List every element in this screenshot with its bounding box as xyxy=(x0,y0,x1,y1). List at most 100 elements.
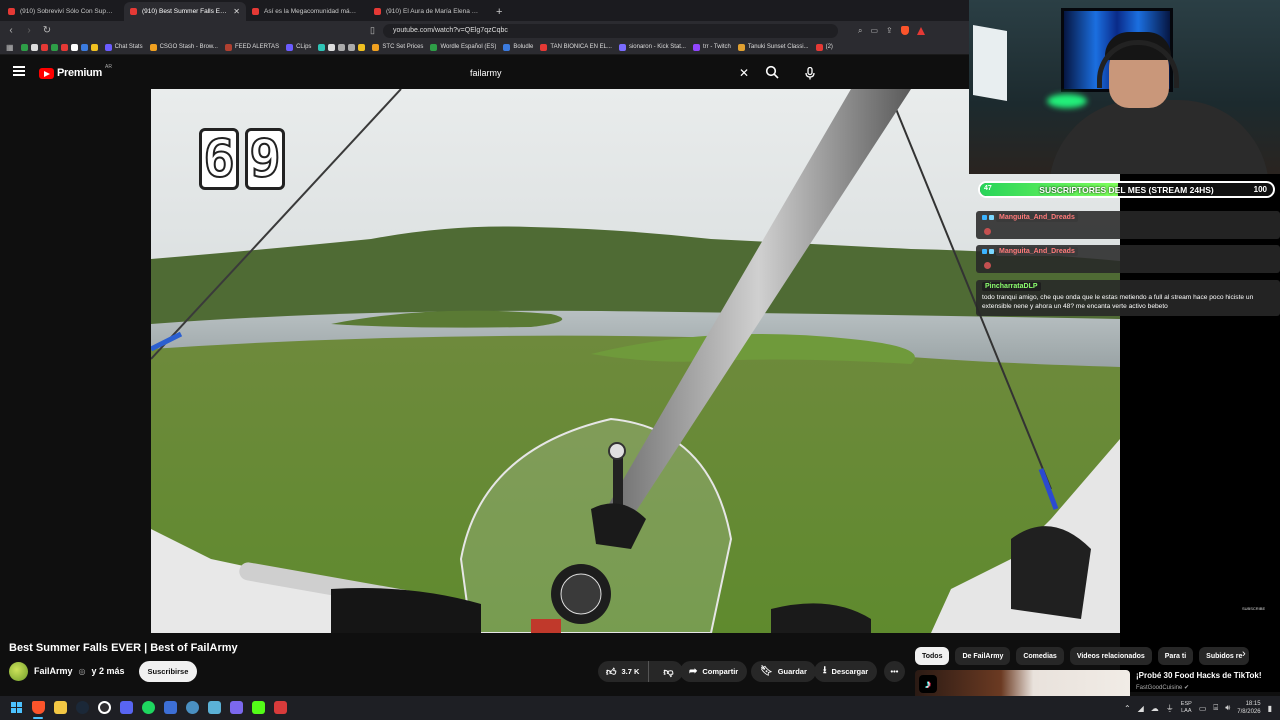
bookmark-chat-stats[interactable]: Chat Stats xyxy=(104,43,143,51)
chat-username: PincharrataDLP xyxy=(982,282,1041,291)
language-indicator[interactable]: ESP LAA xyxy=(1181,701,1192,715)
share-icon[interactable]: ⇪ xyxy=(886,26,893,35)
chevron-right-icon[interactable]: › xyxy=(1242,648,1246,660)
file-explorer-icon[interactable] xyxy=(54,701,67,714)
youtube-favicon-icon xyxy=(252,8,259,15)
bookmark-favicon-icon xyxy=(149,43,157,51)
browser-tab[interactable]: (910) Sobreviví Sólo Con Supermerca xyxy=(2,2,124,21)
bookmark-wordle[interactable]: Wordle Español (ES) xyxy=(430,43,496,51)
new-tab-icon[interactable]: + xyxy=(496,6,502,18)
brave-rewards-icon[interactable] xyxy=(916,26,925,35)
channel-avatar[interactable] xyxy=(9,661,28,681)
usb-icon[interactable]: ⏚ xyxy=(1166,703,1174,714)
share-button[interactable]: ➦ Compartir xyxy=(680,661,748,682)
bookmark-shortcut-icons[interactable] xyxy=(20,43,98,51)
cloud-icon[interactable]: ☁ xyxy=(1151,704,1159,713)
bookmark-twitch[interactable]: trr - Twitch xyxy=(692,43,731,51)
network-icon[interactable]: ⌸ xyxy=(1213,703,1218,713)
obs-icon[interactable] xyxy=(98,701,111,714)
app-tray-icon[interactable]: ◢ xyxy=(1138,704,1144,713)
spotify-icon[interactable] xyxy=(142,701,155,714)
share-action: ➦ Compartir xyxy=(680,661,748,682)
recommended-video-title[interactable]: ¡Probé 30 Food Hacks de TikTok! xyxy=(1136,671,1262,680)
chip-comedias[interactable]: Comedias xyxy=(1016,647,1064,665)
streamer-webcam xyxy=(969,0,1280,174)
url-field[interactable]: youtube.com/watch?v=QElg7qzCqbc xyxy=(382,23,838,38)
browser-tab-active[interactable]: (910) Best Summer Falls EVER ✕ xyxy=(124,2,246,21)
clear-search-icon[interactable]: ✕ xyxy=(739,66,749,80)
app-icon[interactable] xyxy=(230,701,243,714)
bookmark-shortcut-icons[interactable] xyxy=(318,43,366,51)
chip-para-ti[interactable]: Para ti xyxy=(1157,647,1194,665)
bookmark-youtube[interactable]: (2) xyxy=(815,43,833,51)
bookmark-icon xyxy=(50,43,58,51)
kick-app-icon[interactable] xyxy=(252,701,265,714)
bookmark-csgo-stash[interactable]: CSGO Stash - Brow... xyxy=(149,43,218,51)
recommended-channel-name: FastGoodCuisine xyxy=(1136,685,1183,691)
bookmark-favicon-icon xyxy=(430,43,438,51)
thumbs-down-icon: 👎︎ xyxy=(663,666,674,678)
voice-search-button[interactable] xyxy=(800,63,820,83)
tab-title: (910) Best Summer Falls EVER xyxy=(142,8,229,15)
channel-row: FailArmy ◎ y 2 más Suscribirse xyxy=(9,660,198,682)
notification-icon[interactable]: ▮ xyxy=(1268,704,1272,713)
recommended-video-thumbnail[interactable]: ♪ xyxy=(915,670,1130,698)
bookmark-icon xyxy=(30,43,38,51)
bookmark-save-icon: 🔖︎ xyxy=(760,666,773,677)
system-tray: ⌃ ◢ ☁ ⏚ ESP LAA ▭ ⌸ 🔊︎ 18:15 7/8/2026 ▮ xyxy=(1124,696,1272,720)
cast-icon[interactable]: ▭ xyxy=(870,26,878,35)
forward-icon[interactable]: › xyxy=(24,25,34,36)
bookmark-stc-set-prices[interactable]: STC Set Prices xyxy=(372,43,423,51)
youtube-premium-logo[interactable]: Premium AR xyxy=(39,64,112,79)
channel-name[interactable]: FailArmy xyxy=(34,666,73,676)
clock[interactable]: 18:15 7/8/2026 xyxy=(1237,700,1260,716)
search-box: ✕ xyxy=(462,63,762,83)
chip-videos-relacionados[interactable]: Videos relacionados xyxy=(1069,647,1152,665)
subscriber-goal-bar: 47 SUSCRIPTORES DEL MES (STREAM 24HS) 10… xyxy=(978,181,1275,198)
search-input[interactable] xyxy=(462,68,722,78)
brave-browser-icon[interactable] xyxy=(32,701,45,714)
back-icon[interactable]: ‹ xyxy=(6,25,16,36)
bookmark-boludle[interactable]: Boludle xyxy=(503,43,533,51)
volume-icon[interactable]: 🔊︎ xyxy=(1225,703,1230,713)
chip-todos[interactable]: Todos xyxy=(915,647,950,665)
bookmark-favicon-icon xyxy=(692,43,700,51)
channel-collaborators[interactable]: y 2 más xyxy=(92,666,125,676)
chat-message: Manguita_And_Dreads xyxy=(976,211,1280,239)
app-icon[interactable] xyxy=(186,701,199,714)
bookmark-icon[interactable]: ▯ xyxy=(370,25,375,36)
more-actions-button[interactable]: ••• xyxy=(884,661,905,682)
close-icon[interactable]: ✕ xyxy=(233,7,240,16)
dislike-button[interactable]: 👎︎ xyxy=(654,661,682,682)
app-icon[interactable] xyxy=(208,701,221,714)
hamburger-menu-icon[interactable] xyxy=(13,66,25,76)
app-icon[interactable] xyxy=(274,701,287,714)
browser-tab[interactable]: Así es la Megacomunidad más Densa xyxy=(246,2,368,21)
app-icon[interactable] xyxy=(164,701,177,714)
url-text: youtube.com/watch?v=QElg7qzCqbc xyxy=(392,27,508,34)
reload-icon[interactable]: ↻ xyxy=(42,25,52,36)
apps-grid-icon[interactable]: ▦ xyxy=(6,43,14,52)
save-button[interactable]: 🔖︎ Guardar xyxy=(751,661,816,682)
download-button[interactable]: ⭳ Descargar xyxy=(814,661,878,682)
brave-shield-icon[interactable] xyxy=(900,26,909,35)
bookmark-feed-alertas[interactable]: FEED ALERTAS xyxy=(224,43,279,51)
download-label: Descargar xyxy=(831,667,869,676)
zoom-icon[interactable]: ⌕ xyxy=(858,26,862,36)
chip-de-failarmy[interactable]: De FailArmy xyxy=(955,647,1011,665)
windows-start-icon[interactable] xyxy=(11,702,22,713)
like-dislike-pill: 👍︎ 3.7 K 👎︎ xyxy=(598,661,683,682)
bookmark-tan-bionica[interactable]: TAN BIONICA EN EL... xyxy=(540,43,612,51)
bookmark-favicon-icon xyxy=(503,43,511,51)
search-icon[interactable] xyxy=(765,65,779,79)
chevron-up-icon[interactable]: ⌃ xyxy=(1124,704,1131,713)
like-button[interactable]: 👍︎ 3.7 K xyxy=(598,661,650,682)
bookmark-kick-stats[interactable]: sionaron - Kick Stat... xyxy=(618,43,686,51)
steam-icon[interactable] xyxy=(76,701,89,714)
discord-icon[interactable] xyxy=(120,701,133,714)
bookmark-clips[interactable]: CLips xyxy=(286,43,311,51)
monitor-icon[interactable]: ▭ xyxy=(1199,704,1207,713)
browser-tab[interactable]: (910) El Aura de María Elena Fuseneo xyxy=(368,2,490,21)
subscribe-button[interactable]: Suscribirse xyxy=(138,660,198,682)
bookmark-tanuki-sunset[interactable]: Tanuki Sunset Classi... xyxy=(737,43,809,51)
